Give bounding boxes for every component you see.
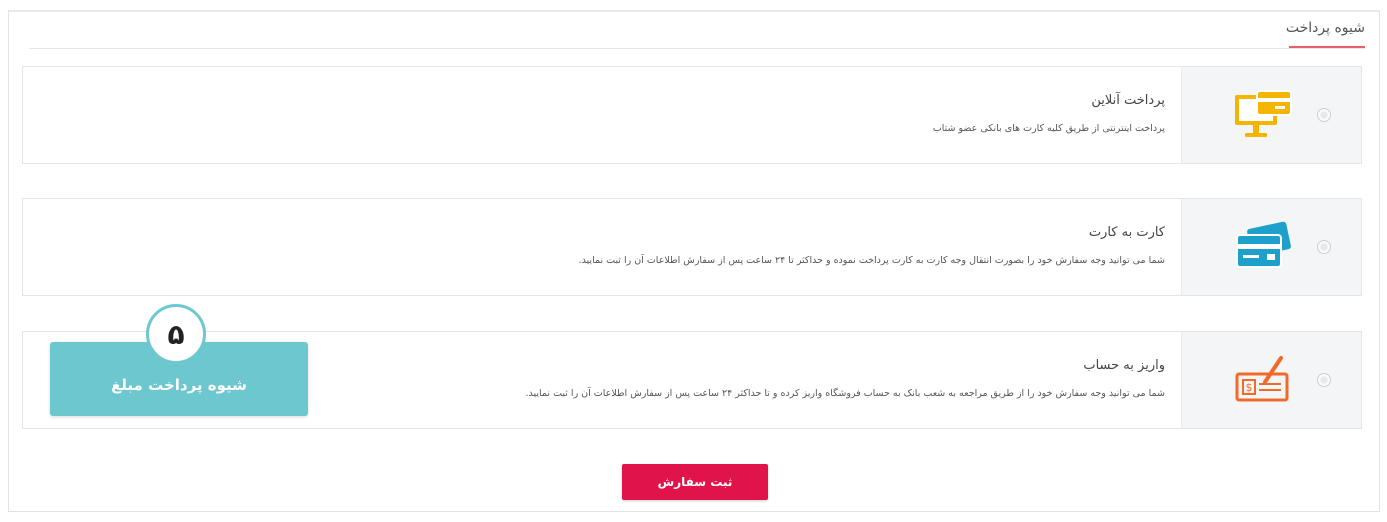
- title-divider: [29, 48, 1365, 49]
- callout-label: شیوه پرداخت مبلغ: [111, 376, 247, 394]
- step-number-badge: ۵: [146, 304, 206, 364]
- option-description: شما می توانید وجه سفارش خود را بصورت انت…: [578, 255, 1165, 266]
- radio-deposit[interactable]: [1317, 373, 1331, 387]
- submit-order-button[interactable]: ثبت سفارش: [622, 464, 768, 500]
- computer-card-icon: [1235, 90, 1292, 137]
- option-title: واریز به حساب: [1083, 358, 1165, 373]
- section-title: شیوه پرداخت: [1285, 20, 1365, 36]
- payment-option-online[interactable]: پرداخت آنلاین پرداخت اینترنتی از طریق کل…: [22, 66, 1362, 164]
- option-description: شما می توانید وجه سفارش خود را از طریق م…: [525, 388, 1166, 399]
- top-divider: [9, 10, 1379, 12]
- svg-text:$: $: [1246, 381, 1253, 394]
- radio-online[interactable]: [1317, 108, 1331, 122]
- option-description: پرداخت اینترنتی از طریق کلیه کارت های با…: [932, 123, 1165, 134]
- option-title: پرداخت آنلاین: [1091, 93, 1165, 108]
- cheque-icon: $: [1235, 356, 1289, 402]
- radio-card-to-card[interactable]: [1317, 240, 1331, 254]
- payment-option-card-to-card[interactable]: کارت به کارت شما می توانید وجه سفارش خود…: [22, 198, 1362, 296]
- credit-card-icon: [1236, 221, 1291, 268]
- option-title: کارت به کارت: [1088, 225, 1165, 240]
